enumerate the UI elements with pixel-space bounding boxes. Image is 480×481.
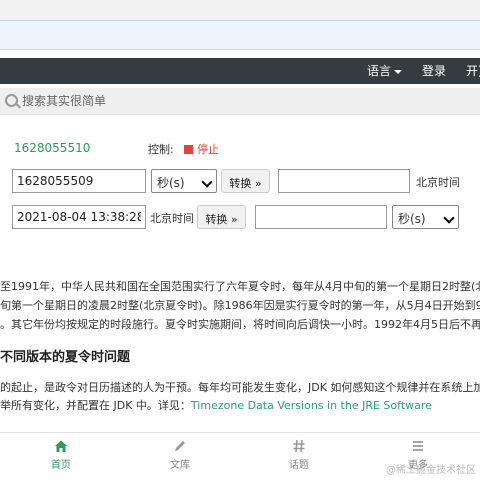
login-link[interactable]: 登录 bbox=[422, 62, 446, 79]
chevron-down-icon bbox=[443, 212, 455, 224]
caret-down-icon bbox=[394, 69, 403, 74]
nav-library[interactable]: 文库 bbox=[135, 433, 225, 471]
article-line-1: 至1991年，中华人民共和国在全国范围实行了六年夏令时，每年从4月中旬的第一个星… bbox=[0, 280, 480, 293]
search-icon bbox=[5, 94, 18, 107]
control-label: 控制: bbox=[148, 143, 174, 156]
convert-button-1[interactable]: 转换 » bbox=[221, 169, 270, 193]
home-icon bbox=[55, 440, 67, 452]
article-line-5-text: 举所有变化，并配置在 JDK 中。详见： bbox=[0, 399, 191, 412]
unit-select-2[interactable]: 秒(s) bbox=[392, 205, 459, 229]
section-heading: 不同版本的夏令时问题 bbox=[0, 350, 131, 365]
current-timestamp: 1628055510 bbox=[14, 141, 91, 155]
watermark: @稀土掘金技术社区 bbox=[386, 465, 476, 476]
stop-button[interactable]: 停止 bbox=[184, 141, 219, 157]
beijing-time-label-2: 北京时间 bbox=[150, 212, 194, 225]
datetime-input[interactable] bbox=[12, 205, 146, 229]
stop-square-icon bbox=[184, 145, 193, 154]
beijing-time-output[interactable] bbox=[278, 169, 410, 193]
article-line-2: 旬第一个星期日的凌晨2时整(北京夏令时)。除1986年因是实行夏令时的第一年，从… bbox=[0, 299, 480, 312]
article-line-3: 。其它年份均按规定的时段施行。夏令时实施期间，将时间向后调快一小时。1992年4… bbox=[0, 318, 480, 331]
nav-home-label: 首页 bbox=[51, 460, 71, 471]
chevron-down-icon bbox=[201, 176, 213, 188]
browser-address-bar[interactable] bbox=[0, 20, 480, 50]
article-line-5: 举所有变化，并配置在 JDK 中。详见：Timezone Data Versio… bbox=[0, 397, 432, 413]
article-line-4: 的起止，是政令对日历描述的人为干预。每年均可能发生变化，JDK 如何感知这个规律… bbox=[0, 381, 480, 394]
nav-topics[interactable]: 话题 bbox=[254, 433, 344, 471]
stop-label: 停止 bbox=[197, 143, 219, 156]
hash-icon bbox=[293, 439, 305, 453]
convert-button-2[interactable]: 转换 » bbox=[197, 205, 246, 229]
unit-select-value: 秒(s) bbox=[157, 176, 185, 190]
unit-select-2-value: 秒(s) bbox=[398, 212, 426, 226]
pencil-icon bbox=[175, 441, 185, 451]
timestamp-output[interactable] bbox=[255, 205, 387, 229]
language-label: 语言 bbox=[367, 64, 392, 78]
register-link[interactable]: 开) bbox=[466, 62, 480, 79]
beijing-time-label-1: 北京时间 bbox=[416, 176, 460, 189]
search-bar bbox=[0, 88, 480, 115]
nav-home[interactable]: 首页 bbox=[16, 433, 106, 471]
search-input[interactable] bbox=[22, 91, 462, 111]
timezone-data-link[interactable]: Timezone Data Versions in the JRE Softwa… bbox=[191, 399, 432, 412]
nav-topics-label: 话题 bbox=[289, 460, 309, 471]
menu-icon bbox=[413, 441, 423, 451]
browser-tab-strip bbox=[0, 0, 480, 21]
unit-select[interactable]: 秒(s) bbox=[151, 169, 217, 193]
timestamp-input[interactable] bbox=[12, 169, 146, 193]
top-navbar: 语言 登录 开) bbox=[0, 58, 480, 84]
nav-library-label: 文库 bbox=[170, 460, 190, 471]
language-menu[interactable]: 语言 bbox=[367, 62, 403, 79]
